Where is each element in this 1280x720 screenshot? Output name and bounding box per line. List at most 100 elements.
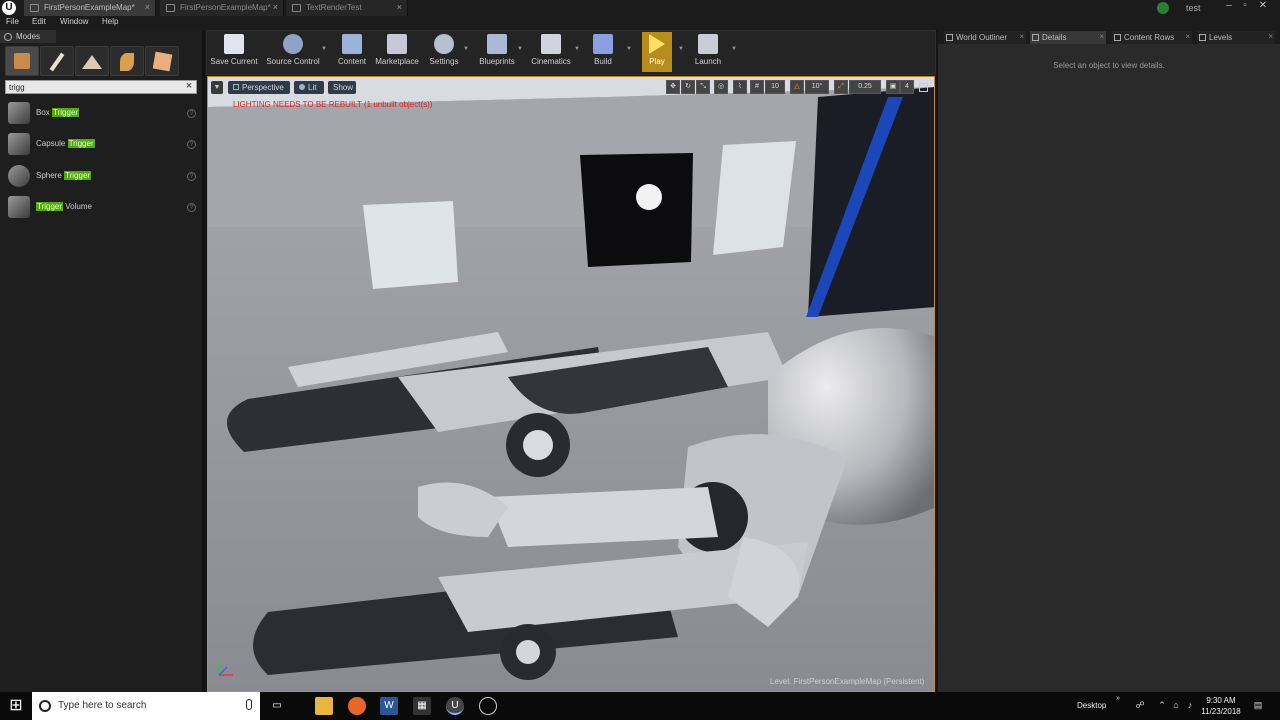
close-icon[interactable]: × [1268, 32, 1273, 41]
word-icon[interactable]: W [380, 697, 398, 715]
help-icon[interactable]: ? [187, 172, 196, 181]
list-item[interactable]: Sphere Trigger ? [5, 162, 200, 190]
surface-snap-icon[interactable]: ⌇ [733, 80, 747, 94]
taskbar-search[interactable]: Type here to search [32, 692, 260, 720]
cinematics-dropdown-icon[interactable]: ▼ [574, 46, 580, 52]
level-name: Level: FirstPersonExampleMap (Persistent… [770, 677, 925, 686]
file-explorer-icon[interactable] [315, 697, 333, 715]
volume-icon[interactable]: ♪ [1184, 700, 1196, 712]
clock[interactable]: 9:30 AM 11/23/2018 [1198, 695, 1244, 717]
grid-snap-value[interactable]: 10 [765, 80, 785, 94]
tab-levels[interactable]: Levels × [1197, 31, 1275, 44]
lit-button[interactable]: Lit [294, 81, 324, 94]
app-icon[interactable] [479, 697, 497, 715]
menu-help[interactable]: Help [102, 17, 118, 26]
maximize-viewport-icon[interactable] [919, 83, 928, 92]
camera-speed-value[interactable]: 4 [900, 80, 914, 94]
maximize-icon[interactable]: ▫ [1238, 0, 1252, 14]
network-icon[interactable]: ⌂ [1170, 700, 1182, 712]
axis-gizmo-icon [213, 655, 237, 681]
menu-edit[interactable]: Edit [32, 17, 46, 26]
perspective-button[interactable]: Perspective [228, 81, 290, 94]
people-icon[interactable]: ☍ [1134, 700, 1146, 712]
action-center-icon[interactable]: ▤ [1252, 700, 1264, 712]
unreal-engine-icon[interactable]: U [446, 697, 464, 715]
desktop-toolbar[interactable]: Desktop [1077, 701, 1106, 710]
help-icon[interactable]: ? [187, 109, 196, 118]
levels-icon [1199, 34, 1206, 41]
close-icon[interactable]: × [273, 2, 278, 12]
cinematics-button[interactable]: Cinematics [527, 32, 575, 72]
tab-world-outliner[interactable]: World Outliner × [944, 31, 1026, 44]
settings-dropdown-icon[interactable]: ▼ [463, 46, 469, 52]
build-dropdown-icon[interactable]: ▼ [626, 46, 632, 52]
doc-tab-2[interactable]: FirstPersonExampleMap* × [160, 0, 284, 16]
rotate-tool-icon[interactable]: ↻ [681, 80, 695, 94]
foliage-mode-button[interactable] [110, 46, 144, 76]
search-input[interactable]: trigg [5, 80, 197, 94]
build-button[interactable]: Build [584, 32, 622, 72]
menu-file[interactable]: File [6, 17, 19, 26]
content-button[interactable]: Content [333, 32, 371, 72]
world-space-icon[interactable]: ◎ [714, 80, 728, 94]
rotation-snap-icon[interactable]: △ [790, 80, 804, 94]
paint-mode-button[interactable] [40, 46, 74, 76]
scale-tool-icon[interactable]: ⤡ [696, 80, 710, 94]
show-hidden-icons-icon[interactable]: ⌃ [1156, 700, 1168, 712]
translate-tool-icon[interactable]: ✥ [666, 80, 680, 94]
settings-icon [434, 34, 454, 54]
viewport-options-icon[interactable]: ▼ [211, 81, 223, 94]
tab-details[interactable]: Details × [1030, 31, 1106, 44]
close-icon[interactable]: × [145, 2, 150, 12]
clear-search-icon[interactable]: × [183, 81, 195, 93]
firefox-icon[interactable] [348, 697, 366, 715]
doc-tab-1[interactable]: FirstPersonExampleMap* × [24, 0, 156, 16]
help-icon[interactable]: ? [187, 203, 196, 212]
lit-icon [299, 84, 305, 90]
perspective-icon [233, 84, 239, 90]
chevron-icon[interactable]: » [1112, 695, 1124, 707]
landscape-icon [82, 55, 102, 69]
tab-content-rows[interactable]: Content Rows × [1112, 31, 1192, 44]
blueprints-dropdown-icon[interactable]: ▼ [517, 46, 523, 52]
save-icon [224, 34, 244, 54]
camera-speed-icon[interactable]: ▣ [886, 80, 900, 94]
rotation-snap-value[interactable]: 10° [805, 80, 829, 94]
list-item[interactable]: Trigger Volume ? [5, 193, 200, 221]
blueprints-button[interactable]: Blueprints [474, 32, 520, 72]
close-icon[interactable]: × [397, 2, 402, 12]
user-icon [1157, 2, 1169, 14]
list-item[interactable]: Box Trigger ? [5, 99, 200, 127]
source-control-dropdown-icon[interactable]: ▼ [321, 46, 327, 52]
help-icon[interactable]: ? [187, 140, 196, 149]
calculator-icon[interactable]: ▦ [413, 697, 431, 715]
play-button[interactable]: Play [642, 32, 672, 72]
grid-snap-icon[interactable]: # [750, 80, 764, 94]
modes-tab[interactable]: Modes [0, 30, 56, 43]
scale-snap-value[interactable]: 0.25 [849, 80, 881, 94]
microphone-icon[interactable] [246, 699, 252, 710]
doc-tab-3[interactable]: TextRenderTest × [286, 0, 408, 16]
place-mode-button[interactable] [5, 46, 39, 76]
scale-snap-icon[interactable]: ⤢ [834, 80, 848, 94]
launch-dropdown-icon[interactable]: ▼ [731, 46, 737, 52]
close-icon[interactable]: × [1185, 32, 1190, 41]
launch-button[interactable]: Launch [688, 32, 728, 72]
menu-window[interactable]: Window [60, 17, 88, 26]
geometry-mode-button[interactable] [145, 46, 179, 76]
marketplace-button[interactable]: Marketplace [373, 32, 421, 72]
close-window-icon[interactable]: ✕ [1256, 0, 1270, 14]
level-viewport[interactable] [207, 76, 935, 692]
landscape-mode-button[interactable] [75, 46, 109, 76]
settings-button[interactable]: Settings [424, 32, 464, 72]
play-dropdown-icon[interactable]: ▼ [678, 46, 684, 52]
show-button[interactable]: Show [328, 81, 356, 94]
list-item[interactable]: Capsule Trigger ? [5, 130, 200, 158]
minimize-icon[interactable]: – [1222, 0, 1236, 14]
task-view-icon[interactable]: ▭ [268, 697, 286, 715]
save-current-button[interactable]: Save Current [208, 32, 260, 72]
close-icon[interactable]: × [1099, 32, 1104, 41]
source-control-button[interactable]: Source Control [265, 32, 321, 72]
close-icon[interactable]: × [1019, 32, 1024, 41]
start-button[interactable]: ⊞ [0, 692, 32, 720]
